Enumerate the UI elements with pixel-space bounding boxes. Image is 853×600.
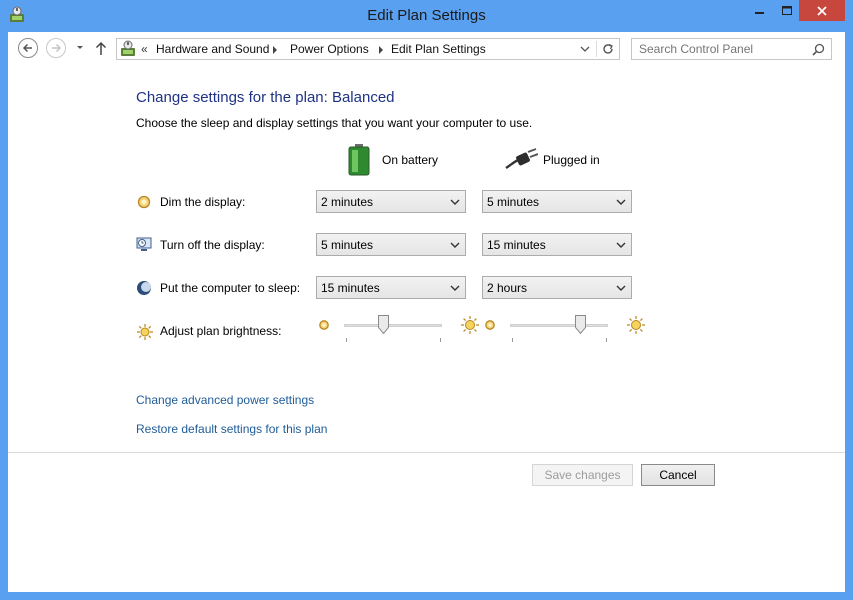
selected-value: 15 minutes	[321, 281, 380, 295]
bright-brightness-icon	[627, 316, 645, 334]
dim-display-plugged-select[interactable]: 5 minutes	[482, 190, 632, 213]
selected-value: 5 minutes	[321, 238, 374, 252]
window: Edit Plan Settings « Hardware and Sound …	[0, 0, 853, 600]
plugged-in-label: Plugged in	[543, 153, 600, 167]
dim-display-icon	[137, 195, 151, 209]
address-bar[interactable]: « Hardware and Sound Power Options Edit …	[116, 38, 620, 60]
navigation-bar: « Hardware and Sound Power Options Edit …	[8, 32, 845, 66]
control-panel-content: « Hardware and Sound Power Options Edit …	[8, 32, 845, 592]
address-separator	[596, 41, 597, 57]
minimize-icon	[754, 11, 764, 14]
power-plug-icon	[505, 148, 538, 169]
sleep-battery-select[interactable]: 15 minutes	[316, 276, 466, 299]
selected-value: 15 minutes	[487, 238, 546, 252]
cancel-button[interactable]: Cancel	[641, 464, 715, 486]
slider-tick	[346, 338, 347, 342]
brightness-slider-plugged[interactable]	[484, 312, 646, 346]
forward-arrow-icon	[52, 43, 62, 53]
slider-tick	[512, 338, 513, 342]
dim-brightness-icon	[319, 320, 329, 330]
save-changes-button[interactable]: Save changes	[532, 464, 633, 486]
back-arrow-icon	[22, 43, 32, 53]
address-overflow[interactable]: «	[141, 42, 148, 56]
forward-button[interactable]	[46, 38, 66, 58]
brightness-slider-battery[interactable]	[318, 312, 480, 346]
slider-tick	[440, 338, 441, 342]
back-button[interactable]	[18, 38, 38, 58]
chevron-down-icon	[450, 285, 460, 291]
slider-thumb[interactable]	[575, 315, 587, 334]
selected-value: 5 minutes	[487, 195, 540, 209]
recent-locations-button[interactable]	[74, 41, 86, 53]
chevron-down-icon	[616, 242, 626, 248]
dim-brightness-icon	[485, 320, 495, 330]
window-title: Edit Plan Settings	[367, 7, 486, 24]
brightness-label: Adjust plan brightness:	[160, 324, 282, 338]
advanced-power-settings-link[interactable]: Change advanced power settings	[136, 393, 314, 407]
search-icon[interactable]	[812, 43, 825, 56]
sleep-label: Put the computer to sleep:	[160, 281, 301, 295]
slider-track[interactable]	[510, 324, 608, 327]
page-title: Change settings for the plan: Balanced	[136, 89, 395, 106]
battery-icon	[348, 144, 370, 176]
breadcrumb-arrow-icon[interactable]	[273, 46, 277, 54]
maximize-button[interactable]	[773, 0, 800, 21]
breadcrumb-edit-plan-settings[interactable]: Edit Plan Settings	[391, 42, 486, 56]
maximize-icon	[781, 5, 792, 15]
chevron-down-icon	[450, 199, 460, 205]
page-description: Choose the sleep and display settings th…	[136, 116, 533, 130]
sleep-plugged-select[interactable]: 2 hours	[482, 276, 632, 299]
slider-track[interactable]	[344, 324, 442, 327]
minimize-button[interactable]	[746, 0, 773, 21]
chevron-down-icon	[616, 199, 626, 205]
on-battery-label: On battery	[382, 153, 439, 167]
slider-tick	[606, 338, 607, 342]
search-box[interactable]	[631, 38, 832, 60]
turn-off-display-plugged-select[interactable]: 15 minutes	[482, 233, 632, 256]
close-icon	[817, 5, 827, 16]
close-button[interactable]	[799, 0, 845, 21]
display-timer-icon	[136, 237, 152, 251]
chevron-down-icon	[450, 242, 460, 248]
refresh-icon[interactable]	[601, 42, 615, 56]
up-arrow-icon[interactable]	[94, 40, 108, 56]
sleep-moon-icon	[137, 281, 151, 295]
breadcrumb-arrow-icon[interactable]	[379, 46, 383, 54]
title-bar: Edit Plan Settings	[0, 0, 853, 32]
breadcrumb-hardware-and-sound[interactable]: Hardware and Sound	[156, 42, 269, 56]
power-options-icon	[121, 40, 135, 56]
chevron-down-icon	[616, 285, 626, 291]
bright-brightness-icon	[461, 316, 479, 334]
selected-value: 2 hours	[487, 281, 528, 295]
slider-thumb[interactable]	[377, 315, 389, 334]
restore-defaults-link[interactable]: Restore default settings for this plan	[136, 422, 327, 436]
turn-off-display-label: Turn off the display:	[160, 238, 265, 252]
dim-display-battery-select[interactable]: 2 minutes	[316, 190, 466, 213]
selected-value: 2 minutes	[321, 195, 374, 209]
divider	[8, 452, 845, 453]
address-dropdown-icon[interactable]	[579, 44, 591, 54]
dim-display-label: Dim the display:	[160, 195, 246, 209]
turn-off-display-battery-select[interactable]: 5 minutes	[316, 233, 466, 256]
breadcrumb-power-options[interactable]: Power Options	[290, 42, 369, 56]
search-input[interactable]	[632, 39, 814, 59]
brightness-icon	[137, 324, 153, 340]
